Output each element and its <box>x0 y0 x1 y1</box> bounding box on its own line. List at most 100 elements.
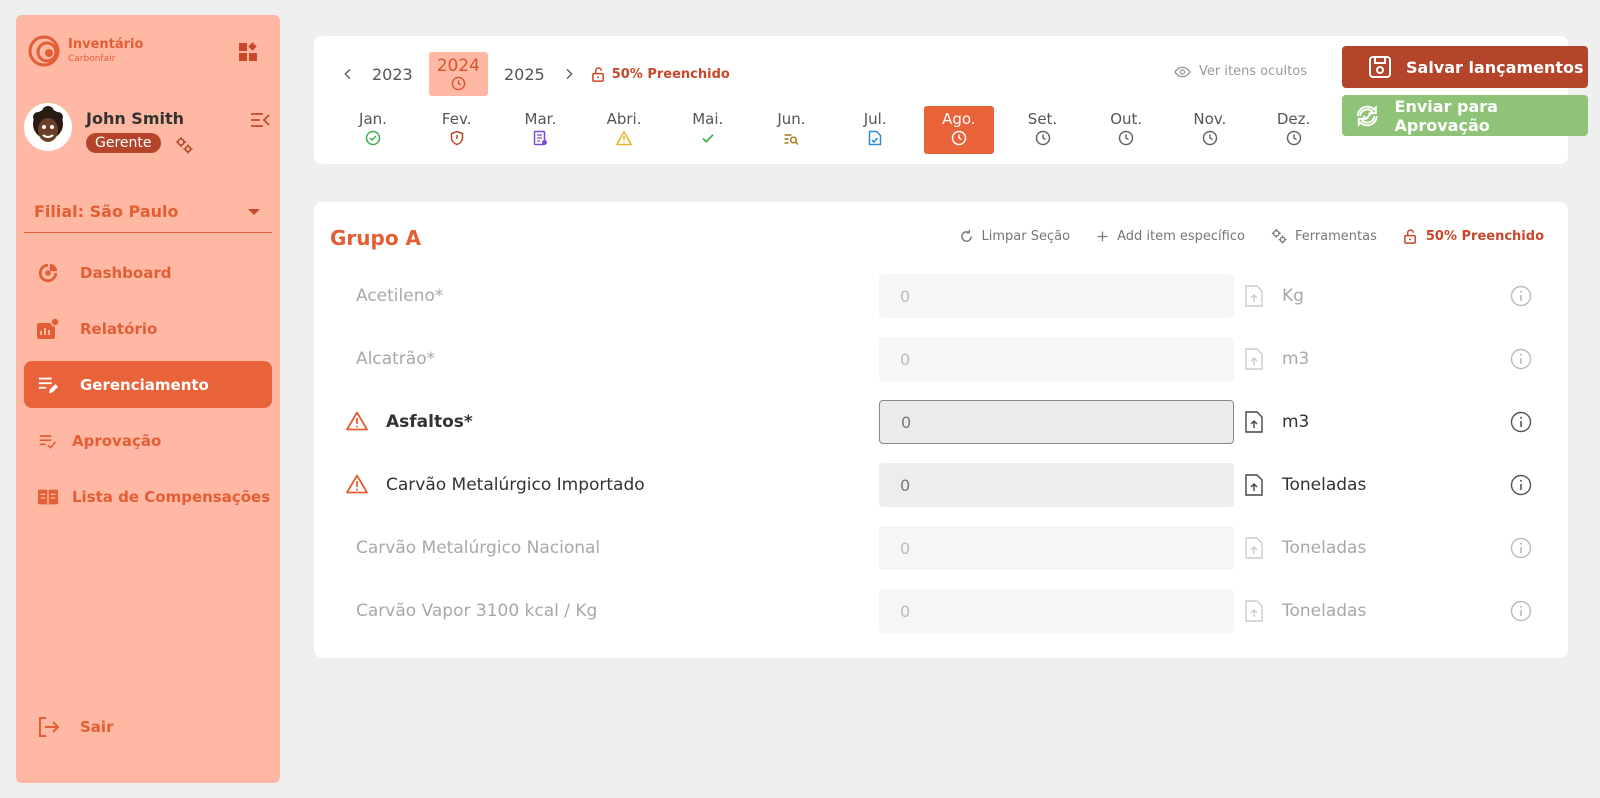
item-row: Carvão Vapor 3100 kcal / Kg Toneladas <box>314 589 1568 633</box>
chevron-left-icon[interactable] <box>336 62 360 86</box>
year-prev[interactable]: 2023 <box>364 65 421 84</box>
report-chart-icon <box>36 316 60 341</box>
send-approval-button[interactable]: Enviar para Aprovação <box>1342 95 1588 136</box>
file-upload-icon[interactable] <box>1244 600 1264 622</box>
month-tab-dez[interactable]: Dez. <box>1259 106 1329 154</box>
month-tab-jul[interactable]: Jul. <box>840 106 910 154</box>
sidebar-item-aprovacao[interactable]: Aprovação <box>24 417 272 464</box>
fill-status: 50% Preenchido <box>591 67 730 82</box>
group-fill-status: 50% Preenchido <box>1403 229 1544 244</box>
month-tab-mai[interactable]: Mai. <box>673 106 743 154</box>
item-value-input[interactable] <box>879 274 1234 318</box>
group-fill-status-label: 50% Preenchido <box>1425 228 1544 244</box>
year-next[interactable]: 2025 <box>496 65 553 84</box>
save-entries-button[interactable]: Salvar lançamentos <box>1342 46 1588 88</box>
item-unit: Toneladas <box>1282 538 1367 558</box>
add-specific-item-button[interactable]: Add item específico <box>1096 229 1245 244</box>
file-upload-icon[interactable] <box>1244 348 1264 370</box>
file-upload-icon[interactable] <box>1244 285 1264 307</box>
month-label: Jun. <box>777 110 806 128</box>
sidebar-item-gerenciamento[interactable]: Gerenciamento <box>24 361 272 408</box>
dashboard-icon <box>36 261 60 285</box>
unlock-icon <box>1404 228 1416 244</box>
month-tab-jan[interactable]: Jan. <box>338 106 408 154</box>
avatar[interactable] <box>24 103 72 151</box>
month-tab-jun[interactable]: Jun. <box>756 106 826 154</box>
user-name: John Smith <box>86 109 185 128</box>
info-icon[interactable] <box>1510 348 1532 370</box>
clock-icon <box>1118 130 1134 146</box>
clear-section-button[interactable]: Limpar Seção <box>959 228 1071 244</box>
unlock-icon <box>591 66 604 82</box>
month-label: Fev. <box>441 110 472 128</box>
month-tab-set[interactable]: Set. <box>1008 106 1078 154</box>
item-row: Carvão Metalúrgico Nacional Toneladas <box>314 526 1568 570</box>
group-toolbar: Limpar Seção Add item específico Ferrame… <box>933 228 1544 244</box>
apps-grid-icon[interactable] <box>238 42 258 62</box>
month-tab-nov[interactable]: Nov. <box>1175 106 1245 154</box>
sidebar-item-relatorio[interactable]: Relatório <box>24 305 272 352</box>
clock-icon <box>1035 130 1050 146</box>
shield-icon <box>450 130 463 146</box>
tools-button[interactable]: Ferramentas <box>1271 228 1377 244</box>
add-specific-item-label: Add item específico <box>1117 228 1245 244</box>
file-upload-icon[interactable] <box>1244 537 1264 559</box>
clock-icon <box>1202 130 1218 146</box>
info-icon[interactable] <box>1510 600 1532 622</box>
save-icon <box>1369 56 1391 78</box>
year-current[interactable]: 2024 <box>428 52 488 96</box>
show-hidden-items[interactable]: Ver itens ocultos <box>1174 64 1307 79</box>
month-label: Mar. <box>524 110 557 128</box>
item-label: Carvão Metalúrgico Nacional <box>356 538 601 558</box>
search-list-icon <box>784 134 799 146</box>
item-row: Alcatrão* m3 <box>314 337 1568 381</box>
item-unit: Toneladas <box>1282 475 1367 495</box>
month-tab-mar[interactable]: Mar. <box>505 106 575 154</box>
edit-list-icon <box>36 373 60 397</box>
month-tab-ago[interactable]: Ago. <box>923 106 994 154</box>
sidebar-item-compensacoes[interactable]: Lista de Compensações <box>24 473 272 520</box>
book-list-icon <box>36 485 60 509</box>
clear-section-label: Limpar Seção <box>981 228 1071 244</box>
month-tab-out[interactable]: Out. <box>1091 106 1161 154</box>
file-upload-icon[interactable] <box>1244 474 1264 496</box>
item-value-input[interactable] <box>879 589 1234 633</box>
collapse-menu-icon[interactable] <box>250 111 270 129</box>
sidebar-item-label: Dashboard <box>80 263 172 282</box>
role-badge: Gerente <box>86 133 161 153</box>
sync-check-icon <box>1356 104 1378 127</box>
branch-select[interactable]: Filial: São Paulo <box>24 191 272 233</box>
logout-button[interactable]: Sair <box>36 715 113 739</box>
sidebar-item-label: Lista de Compensações <box>72 487 271 506</box>
branch-label: Filial: São Paulo <box>34 202 179 221</box>
checklist-icon <box>36 429 60 453</box>
item-label: Acetileno* <box>356 286 444 306</box>
file-check-icon <box>868 130 882 146</box>
file-upload-icon[interactable] <box>1244 411 1264 433</box>
year-selector: 2023 2024 2025 50% Preenchido <box>336 52 730 96</box>
item-value-input[interactable] <box>879 526 1234 570</box>
chevron-right-icon[interactable] <box>557 62 581 86</box>
info-icon[interactable] <box>1510 537 1532 559</box>
month-tab-fev[interactable]: Fev. <box>422 106 492 154</box>
info-icon[interactable] <box>1510 411 1532 433</box>
document-icon <box>534 130 548 146</box>
month-tab-abri[interactable]: Abri. <box>589 106 659 154</box>
item-label: Alcatrão* <box>356 349 436 369</box>
item-value-input[interactable] <box>879 463 1234 507</box>
info-icon[interactable] <box>1510 474 1532 496</box>
month-label: Abri. <box>606 110 642 128</box>
clock-icon <box>951 130 967 146</box>
info-icon[interactable] <box>1510 285 1532 307</box>
send-approval-label: Enviar para Aprovação <box>1394 96 1498 135</box>
item-value-input[interactable] <box>879 337 1234 381</box>
gears-icon[interactable] <box>175 136 193 154</box>
plus-icon <box>1097 231 1108 241</box>
item-value-input[interactable] <box>879 400 1234 444</box>
item-label: Carvão Metalúrgico Importado <box>386 475 645 495</box>
gears-icon <box>1271 228 1287 244</box>
sidebar-item-dashboard[interactable]: Dashboard <box>24 249 272 296</box>
warning-icon <box>346 474 368 494</box>
sidebar: Inventário Carbonfair John Smith Gerente <box>16 15 280 783</box>
month-label: Out. <box>1110 110 1143 128</box>
